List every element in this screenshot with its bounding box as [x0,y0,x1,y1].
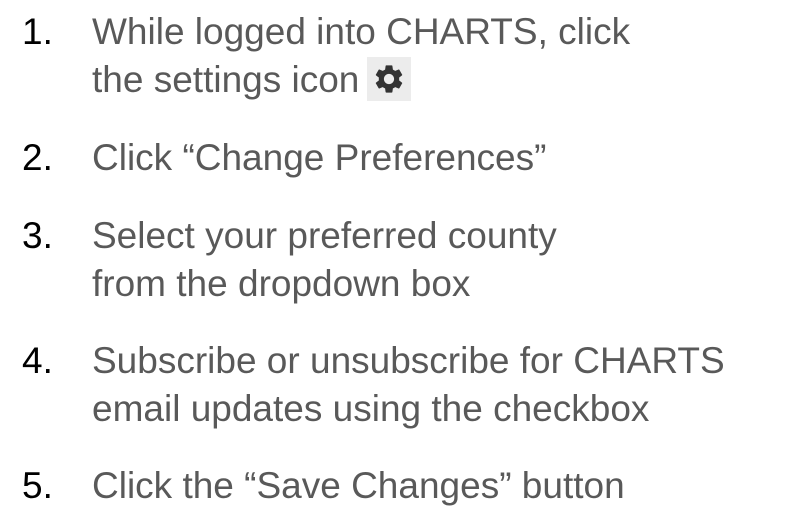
step-line: Subscribe or unsubscribe for CHARTS [92,340,725,381]
step-line: While logged into CHARTS, click [92,11,631,52]
step-line: Click the “Save Changes” button [92,465,625,506]
step-number: 5. [22,465,53,506]
step-text: While logged into CHARTS, click the sett… [92,8,630,104]
step-line-text: the settings icon [92,59,360,100]
step-text: Click the “Save Changes” button [92,462,625,510]
settings-icon-box [367,57,412,101]
step-line: Select your preferred county [92,215,557,256]
step-text: Select your preferred county from the dr… [92,212,557,308]
step-number: 2. [22,137,53,178]
step-number: 3. [22,215,53,256]
step-line: email updates using the checkbox [92,388,650,429]
step-number: 1. [22,11,53,52]
step-line: Click “Change Preferences” [92,137,547,178]
gear-icon [376,65,403,93]
step-line: from the dropdown box [92,263,471,304]
step-line-with-icon: the settings icon [92,56,630,104]
step-text: Subscribe or unsubscribe for CHARTS emai… [92,337,725,433]
step-number: 4. [22,340,53,381]
step-text: Click “Change Preferences” [92,134,546,182]
